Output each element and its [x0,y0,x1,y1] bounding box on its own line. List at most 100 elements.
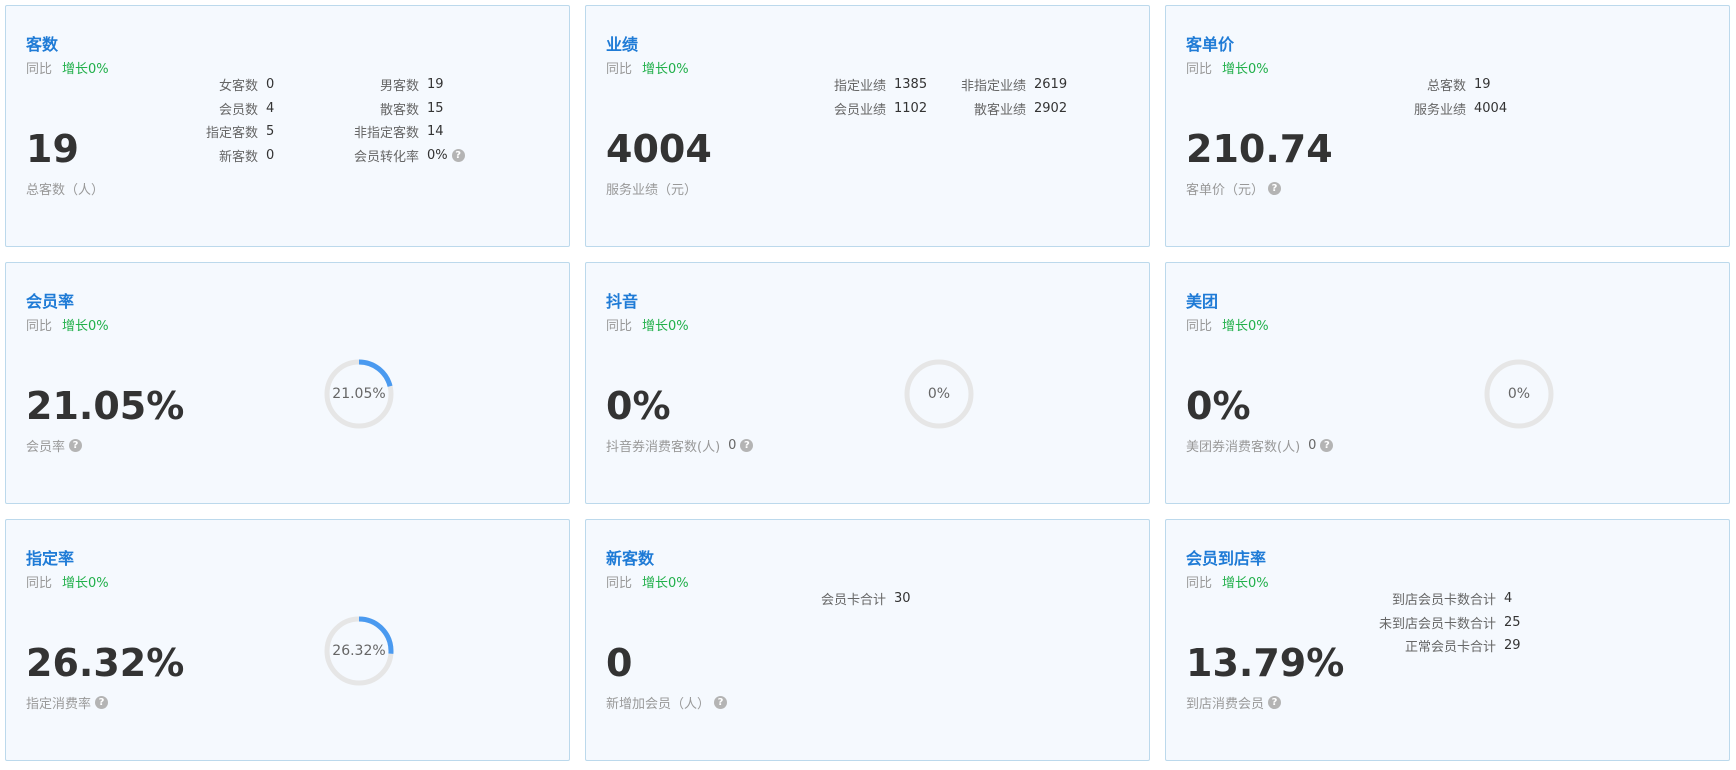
stat-label: 散客数 [379,103,419,118]
stat-value: 1102 [894,101,928,116]
stat-walkin: 散客数 15 [326,99,444,118]
compare-label: 同比 [606,319,633,334]
stat-member: 会员业绩 1102 [786,99,927,118]
stat-value-text: 0% [427,148,448,163]
compare-row: 同比 增长0% [606,315,689,334]
compare-row: 同比 增长0% [606,58,689,77]
growth-value: 增长0% [62,62,109,77]
card-visit-rate: 会员到店率 同比 增长0% 到店会员卡数合计 4 未到店会员卡数合计 25 正常会员卡… [1165,519,1730,761]
stat-value: 15 [427,101,444,116]
compare-label: 同比 [1186,62,1213,77]
subtitle-text: 会员率 [26,440,66,455]
growth-value: 增长0% [1222,62,1269,77]
stat-value: 0%? [427,148,465,163]
stat-value: 19 [1474,77,1491,92]
subtitle: 美团券消费客数(人) 0? [1186,436,1334,455]
stat-value: 4 [266,101,275,116]
card-title: 会员率 [26,292,75,311]
stat-label: 总客数 [1426,79,1466,94]
compare-label: 同比 [1186,319,1213,334]
stat-female: 女客数 0 [166,75,274,94]
big-value: 19 [26,127,79,171]
card-meituan: 美团 同比 增长0% 0% 美团券消费客数(人) 0? 0% [1165,262,1730,504]
help-icon[interactable]: ? [1268,182,1282,195]
card-douyin: 抖音 同比 增长0% 0% 抖音券消费客数(人) 0? 0% [585,262,1150,504]
card-title: 抖音 [606,292,639,311]
help-icon[interactable]: ? [740,439,754,452]
card-title: 美团 [1186,292,1219,311]
compare-label: 同比 [26,576,53,591]
stat-value: 1385 [894,77,928,92]
stat-nondesignated: 非指定业绩 2619 [926,75,1067,94]
ring-label: 0% [1507,386,1531,402]
compare-row: 同比 增长0% [1186,58,1269,77]
compare-label: 同比 [606,62,633,77]
big-value: 0 [606,641,633,685]
dashboard-grid: 客数 同比 增长0% 女客数 0 男客数 19 会员数 4 散客数 15 指定客数 5 非指… [5,5,1730,761]
stat-value: 4 [1504,591,1513,606]
subtitle: 服务业绩（元） [606,179,697,198]
stat-label: 会员转化率 [353,150,419,165]
help-icon[interactable]: ? [69,439,83,452]
compare-row: 同比 增长0% [606,572,689,591]
stat-label: 指定客数 [205,126,258,141]
stat-walkin: 散客业绩 2902 [926,99,1067,118]
compare-label: 同比 [26,62,53,77]
big-value: 0% [1186,384,1251,428]
progress-ring: 0% [1484,359,1554,429]
subtitle-text: 到店消费会员 [1186,697,1265,712]
stat-value: 0 [266,148,275,163]
subtitle: 新增加会员（人）? [606,693,728,712]
subtitle-text: 美团券消费客数(人) [1186,440,1301,455]
card-performance: 业绩 同比 增长0% 指定业绩 1385 非指定业绩 2619 会员业绩 1102 散客… [585,5,1150,247]
help-icon[interactable]: ? [95,696,109,709]
subtitle-text: 服务业绩（元） [606,183,698,198]
ring-label: 0% [927,386,951,402]
stat-value: 2902 [1034,101,1068,116]
help-icon[interactable]: ? [1320,439,1334,452]
compare-label: 同比 [26,319,53,334]
progress-ring: 0% [904,359,974,429]
stat-not-visited: 未到店会员卡数合计 25 [1366,613,1521,632]
subtitle-text: 抖音券消费客数(人) [606,440,721,455]
stat-value: 14 [427,124,444,139]
big-value: 13.79% [1186,641,1345,685]
subtitle-text: 客单价（元） [1186,183,1265,198]
stat-label: 非指定客数 [353,126,419,141]
help-icon[interactable]: ? [714,696,728,709]
stat-label: 会员数 [218,103,258,118]
subtitle-text: 指定消费率 [26,697,92,712]
stat-nondesignated: 非指定客数 14 [326,122,444,141]
stat-label: 正常会员卡合计 [1404,640,1496,655]
big-value: 0% [606,384,671,428]
stat-label: 服务业绩 [1413,103,1466,118]
compare-row: 同比 增长0% [26,572,109,591]
growth-value: 增长0% [1222,319,1269,334]
stat-card-total: 会员卡合计 30 [786,589,911,608]
big-value: 21.05% [26,384,185,428]
stat-label: 会员卡合计 [820,593,886,608]
progress-ring: 21.05% [324,359,394,429]
help-icon[interactable]: ? [451,149,465,162]
subtitle: 指定消费率? [26,693,109,712]
stat-label: 到店会员卡数合计 [1391,593,1496,608]
card-customers: 客数 同比 增长0% 女客数 0 男客数 19 会员数 4 散客数 15 指定客数 5 非指… [5,5,570,247]
stat-designated: 指定客数 5 [166,122,274,141]
card-title: 新客数 [606,549,655,568]
stat-label: 男客数 [379,79,419,94]
compare-row: 同比 增长0% [26,315,109,334]
growth-value: 增长0% [1222,576,1269,591]
stat-value: 4004 [1474,101,1508,116]
compare-row: 同比 增长0% [1186,315,1269,334]
stat-label: 指定业绩 [833,79,886,94]
compare-row: 同比 增长0% [1186,572,1269,591]
subtitle-text: 总客数（人） [26,183,105,198]
card-title: 客单价 [1186,35,1235,54]
stat-label: 未到店会员卡数合计 [1378,617,1496,632]
stat-value: 2619 [1034,77,1068,92]
stat-visited: 到店会员卡数合计 4 [1366,589,1512,608]
card-title: 客数 [26,35,59,54]
stat-member: 会员数 4 [166,99,274,118]
help-icon[interactable]: ? [1268,696,1282,709]
stat-value: 0 [266,77,275,92]
